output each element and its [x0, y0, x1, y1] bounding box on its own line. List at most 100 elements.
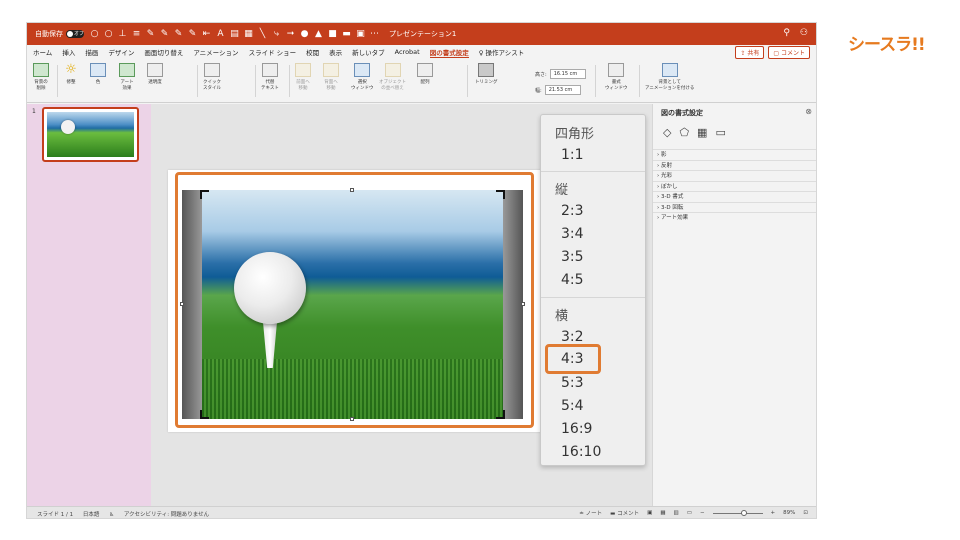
crop-button[interactable]: トリミング	[475, 63, 498, 86]
tab-animations[interactable]: アニメーション	[193, 47, 238, 57]
arrow-left-icon[interactable]: ⇤	[202, 29, 211, 39]
tab-insert[interactable]: 挿入	[62, 47, 75, 57]
tab-view[interactable]: 表示	[329, 47, 342, 57]
bring-forward-button[interactable]: 前面へ 移動	[295, 63, 311, 91]
slide-sorter-icon[interactable]: ▦	[660, 510, 665, 516]
close-icon[interactable]: ⊗	[805, 107, 812, 116]
ratio-5-3[interactable]: 5:3	[561, 375, 584, 391]
arrow-right-icon[interactable]: ➞	[286, 29, 295, 39]
slide[interactable]	[168, 170, 556, 432]
tab-home[interactable]: ホーム	[33, 47, 52, 57]
zoom-slider[interactable]	[712, 509, 763, 516]
table-icon[interactable]: ▦	[244, 29, 253, 39]
send-backward-button[interactable]: 背面へ 移動	[323, 63, 339, 91]
oval-shape-icon[interactable]: ○	[90, 29, 99, 39]
language[interactable]: 日本語	[83, 512, 100, 518]
square-heading: 四角形	[555, 127, 595, 142]
reading-view-icon[interactable]: ▥	[674, 510, 679, 516]
format-pane-button[interactable]: 書式 ウィンドウ	[605, 63, 628, 91]
comments-button[interactable]: ▬ コメント	[610, 509, 639, 517]
corrections-button[interactable]: ☼ 修整	[63, 63, 79, 86]
section-3d-format[interactable]: › 3-D 書式	[653, 191, 816, 202]
tab-picture-format[interactable]: 図の書式設定	[429, 47, 469, 58]
search-icon[interactable]: ⚲	[783, 28, 790, 38]
section-3d-rotation-label: 3-D 回転	[660, 204, 684, 211]
square-icon[interactable]: ■	[328, 29, 337, 39]
section-shadow[interactable]: › 影	[653, 149, 816, 160]
pen-icon[interactable]: ✎	[146, 29, 155, 39]
section-reflection[interactable]: › 反射	[653, 159, 816, 171]
ratio-3-4[interactable]: 3:4	[561, 226, 584, 242]
tab-new[interactable]: 新しいタブ	[352, 47, 385, 57]
quick-styles-button[interactable]: クイック スタイル	[203, 63, 221, 91]
circle-shape-icon[interactable]: ○	[104, 29, 113, 39]
tab-acrobat[interactable]: Acrobat	[395, 48, 420, 56]
share-button[interactable]: ⇪ 共有	[735, 46, 765, 59]
zoom-out-icon[interactable]: −	[700, 510, 705, 516]
tab-slideshow[interactable]: スライド ショー	[249, 47, 297, 57]
slideshow-icon[interactable]: ▭	[687, 510, 692, 516]
pencil-icon[interactable]: ✎	[188, 29, 197, 39]
section-3d-rotation[interactable]: › 3-D 回転	[653, 201, 816, 213]
fit-to-window-icon[interactable]: ⊡	[803, 510, 808, 516]
highlighter-icon[interactable]: ✎	[174, 29, 183, 39]
comment-button[interactable]: ▢ コメント	[768, 46, 810, 59]
tab-draw[interactable]: 描画	[85, 47, 98, 57]
rectangle-icon[interactable]: ▬	[342, 29, 351, 39]
autosave-toggle[interactable]: オフ	[66, 30, 84, 38]
section-glow[interactable]: › 光彩	[653, 170, 816, 181]
transparency-button[interactable]: 透明度	[147, 63, 163, 86]
zoom-in-icon[interactable]: +	[771, 510, 776, 516]
marker-icon[interactable]: ✎	[160, 29, 169, 39]
share-icon[interactable]: ⚇	[800, 28, 808, 38]
ratio-3-2[interactable]: 3:2	[561, 329, 584, 345]
chart-icon[interactable]: ⊥	[118, 29, 127, 39]
reorder-objects-button[interactable]: オブジェクト の並べ替え	[379, 63, 406, 91]
align-button[interactable]: 配列	[417, 63, 433, 86]
tab-transitions[interactable]: 画面切り替え	[144, 47, 183, 57]
triangle-icon[interactable]: ▲	[314, 29, 323, 39]
section-artistic-effects[interactable]: › アート効果	[653, 212, 816, 223]
align-icon[interactable]: ≡	[132, 29, 141, 39]
ratio-16-10[interactable]: 16:10	[561, 444, 601, 460]
tab-design[interactable]: デザイン	[108, 47, 134, 57]
ratio-4-5[interactable]: 4:5	[561, 272, 584, 288]
height-field[interactable]: 16.15 cm	[549, 69, 586, 79]
zoom-level[interactable]: 89%	[783, 510, 795, 516]
ratio-5-4[interactable]: 5:4	[561, 398, 584, 414]
text-icon[interactable]: A	[216, 29, 225, 39]
fill-line-icon[interactable]: ◇	[663, 126, 671, 139]
animate-background-button[interactable]: 背景として アニメーションを付ける	[645, 63, 694, 91]
color-button[interactable]: 色	[90, 63, 106, 86]
zoom-slider-thumb[interactable]	[740, 509, 747, 516]
tell-me[interactable]: ♀ 操作アシスト	[479, 47, 525, 57]
slide-thumbnail[interactable]	[42, 107, 139, 162]
accessibility-status[interactable]: ♿ アクセシビリティ: 問題ありません	[109, 512, 217, 518]
picture-icon[interactable]: ▭	[715, 126, 725, 139]
autosave[interactable]: 自動保存 オフ	[35, 29, 84, 39]
artistic-effects-button[interactable]: アート 効果	[119, 63, 135, 91]
effects-icon[interactable]: ⬠	[679, 126, 689, 139]
notes-button[interactable]: ≐ ノート	[579, 509, 602, 517]
selection-pane-button[interactable]: 選択 ウィンドウ	[351, 63, 374, 91]
remove-background-button[interactable]: 背景の 削除	[33, 63, 49, 91]
ratio-16-9[interactable]: 16:9	[561, 421, 592, 437]
circle-fill-icon[interactable]: ●	[300, 29, 309, 39]
selected-ratio-highlight	[545, 344, 601, 374]
slide-icon[interactable]: ▤	[230, 29, 239, 39]
connector-icon[interactable]: ⤷	[272, 29, 281, 39]
quick-styles-icon	[204, 63, 220, 77]
more-icon[interactable]: ⋯	[370, 29, 379, 39]
alt-text-button[interactable]: 代替 テキスト	[261, 63, 279, 91]
ratio-1-1[interactable]: 1:1	[561, 147, 584, 163]
section-soft-edges[interactable]: › ぼかし	[653, 180, 816, 192]
tab-review[interactable]: 校閲	[306, 47, 319, 57]
picture-icon[interactable]: ▣	[356, 29, 365, 39]
ratio-2-3[interactable]: 2:3	[561, 203, 584, 219]
normal-view-icon[interactable]: ▣	[647, 510, 652, 516]
line-icon[interactable]: ╲	[258, 29, 267, 39]
selection-pane-label: 選択 ウィンドウ	[351, 80, 374, 91]
width-field[interactable]: 21.53 cm	[544, 85, 581, 95]
size-properties-icon[interactable]: ▦	[697, 126, 707, 139]
ratio-3-5[interactable]: 3:5	[561, 249, 584, 265]
